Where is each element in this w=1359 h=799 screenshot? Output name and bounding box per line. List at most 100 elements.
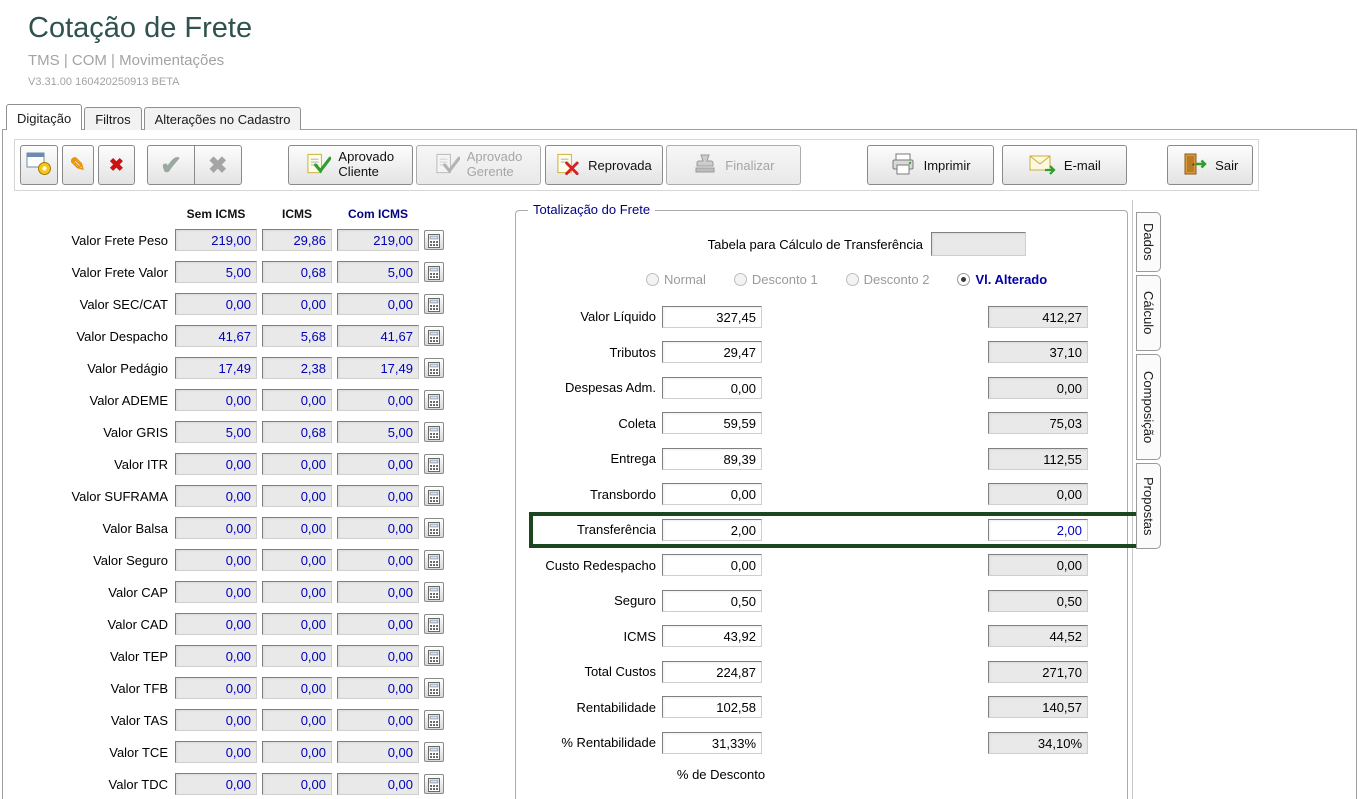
sem-icms-field[interactable]: 0,00 <box>175 581 257 603</box>
value-col1-field[interactable]: 29,47 <box>662 341 762 363</box>
sem-icms-field[interactable]: 0,00 <box>175 709 257 731</box>
value-col1-field[interactable]: 0,00 <box>662 483 762 505</box>
calculator-button[interactable] <box>424 614 444 634</box>
sem-icms-field[interactable]: 219,00 <box>175 229 257 251</box>
com-icms-field[interactable]: 0,00 <box>337 549 419 571</box>
calculator-button[interactable] <box>424 390 444 410</box>
side-tab-composicao[interactable]: Composição <box>1136 354 1161 460</box>
value-col2-field[interactable]: 140,57 <box>988 696 1088 718</box>
com-icms-field[interactable]: 0,00 <box>337 581 419 603</box>
calculator-button[interactable] <box>424 486 444 506</box>
aprovado-cliente-button[interactable]: Aprovado Cliente <box>288 145 413 185</box>
icms-field[interactable]: 0,68 <box>262 421 332 443</box>
value-col2-field[interactable]: 0,00 <box>988 554 1088 576</box>
tab-alteracoes-no-cadastro[interactable]: Alterações no Cadastro <box>144 107 302 130</box>
value-col1-field[interactable]: 224,87 <box>662 661 762 683</box>
side-tab-calculo[interactable]: Cálculo <box>1136 275 1161 351</box>
calculator-button[interactable] <box>424 710 444 730</box>
reprovada-button[interactable]: Reprovada <box>545 145 663 185</box>
value-col2-field[interactable]: 412,27 <box>988 306 1088 328</box>
sair-button[interactable]: Sair <box>1167 145 1253 185</box>
delete-button[interactable]: ✖ <box>98 145 136 185</box>
sem-icms-field[interactable]: 41,67 <box>175 325 257 347</box>
icms-field[interactable]: 0,00 <box>262 485 332 507</box>
icms-field[interactable]: 0,00 <box>262 293 332 315</box>
radio-desconto-2[interactable]: Desconto 2 <box>846 272 930 287</box>
calculator-button[interactable] <box>424 422 444 442</box>
com-icms-field[interactable]: 0,00 <box>337 293 419 315</box>
value-col1-field[interactable]: 31,33% <box>662 732 762 754</box>
value-col1-field[interactable]: 0,00 <box>662 377 762 399</box>
icms-field[interactable]: 0,00 <box>262 645 332 667</box>
com-icms-field[interactable]: 0,00 <box>337 485 419 507</box>
icms-field[interactable]: 2,38 <box>262 357 332 379</box>
side-tab-dados[interactable]: Dados <box>1136 212 1161 272</box>
value-col2-field[interactable]: 0,00 <box>988 483 1088 505</box>
tab-filtros[interactable]: Filtros <box>84 107 141 130</box>
icms-field[interactable]: 0,00 <box>262 773 332 795</box>
calculator-button[interactable] <box>424 262 444 282</box>
com-icms-field[interactable]: 5,00 <box>337 421 419 443</box>
value-col2-field[interactable]: 0,50 <box>988 590 1088 612</box>
sem-icms-field[interactable]: 0,00 <box>175 293 257 315</box>
value-col1-field[interactable]: 43,92 <box>662 625 762 647</box>
com-icms-field[interactable]: 219,00 <box>337 229 419 251</box>
com-icms-field[interactable]: 0,00 <box>337 613 419 635</box>
finalizar-button[interactable]: Finalizar <box>666 145 801 185</box>
radio-desconto-1[interactable]: Desconto 1 <box>734 272 818 287</box>
com-icms-field[interactable]: 0,00 <box>337 709 419 731</box>
new-record-button[interactable] <box>20 145 58 185</box>
sem-icms-field[interactable]: 0,00 <box>175 741 257 763</box>
com-icms-field[interactable]: 5,00 <box>337 261 419 283</box>
value-col2-field[interactable]: 44,52 <box>988 625 1088 647</box>
sem-icms-field[interactable]: 0,00 <box>175 517 257 539</box>
value-col2-field[interactable]: 2,00 <box>988 519 1088 541</box>
icms-field[interactable]: 0,00 <box>262 741 332 763</box>
calculator-button[interactable] <box>424 646 444 666</box>
icms-field[interactable]: 0,00 <box>262 453 332 475</box>
radio-normal[interactable]: Normal <box>646 272 706 287</box>
com-icms-field[interactable]: 0,00 <box>337 389 419 411</box>
value-col1-field[interactable]: 327,45 <box>662 306 762 328</box>
com-icms-field[interactable]: 0,00 <box>337 645 419 667</box>
confirm-button[interactable]: ✔ <box>147 145 195 185</box>
com-icms-field[interactable]: 0,00 <box>337 453 419 475</box>
icms-field[interactable]: 5,68 <box>262 325 332 347</box>
com-icms-field[interactable]: 41,67 <box>337 325 419 347</box>
sem-icms-field[interactable]: 5,00 <box>175 261 257 283</box>
com-icms-field[interactable]: 0,00 <box>337 677 419 699</box>
sem-icms-field[interactable]: 0,00 <box>175 645 257 667</box>
calculator-button[interactable] <box>424 550 444 570</box>
com-icms-field[interactable]: 0,00 <box>337 741 419 763</box>
icms-field[interactable]: 0,68 <box>262 261 332 283</box>
sem-icms-field[interactable]: 17,49 <box>175 357 257 379</box>
icms-field[interactable]: 0,00 <box>262 549 332 571</box>
sem-icms-field[interactable]: 0,00 <box>175 389 257 411</box>
value-col1-field[interactable]: 0,00 <box>662 554 762 576</box>
calculator-button[interactable] <box>424 230 444 250</box>
icms-field[interactable]: 0,00 <box>262 613 332 635</box>
calculator-button[interactable] <box>424 742 444 762</box>
tab-digitacao[interactable]: Digitação <box>6 104 82 130</box>
radio-vl-alterado[interactable]: Vl. Alterado <box>957 272 1047 287</box>
imprimir-button[interactable]: Imprimir <box>867 145 994 185</box>
value-col1-field[interactable]: 89,39 <box>662 448 762 470</box>
value-col1-field[interactable]: 0,50 <box>662 590 762 612</box>
sem-icms-field[interactable]: 0,00 <box>175 613 257 635</box>
edit-button[interactable]: ✎ <box>62 145 94 185</box>
calculator-button[interactable] <box>424 774 444 794</box>
value-col2-field[interactable]: 34,10% <box>988 732 1088 754</box>
calculator-button[interactable] <box>424 582 444 602</box>
icms-field[interactable]: 0,00 <box>262 677 332 699</box>
calculator-button[interactable] <box>424 678 444 698</box>
sem-icms-field[interactable]: 0,00 <box>175 549 257 571</box>
calculator-button[interactable] <box>424 326 444 346</box>
value-col1-field[interactable]: 59,59 <box>662 412 762 434</box>
value-col2-field[interactable]: 0,00 <box>988 377 1088 399</box>
calculator-button[interactable] <box>424 294 444 314</box>
aprovado-gerente-button[interactable]: Aprovado Gerente <box>416 145 541 185</box>
side-tab-propostas[interactable]: Propostas <box>1136 463 1161 549</box>
sem-icms-field[interactable]: 0,00 <box>175 485 257 507</box>
sem-icms-field[interactable]: 0,00 <box>175 453 257 475</box>
value-col1-field[interactable]: 102,58 <box>662 696 762 718</box>
